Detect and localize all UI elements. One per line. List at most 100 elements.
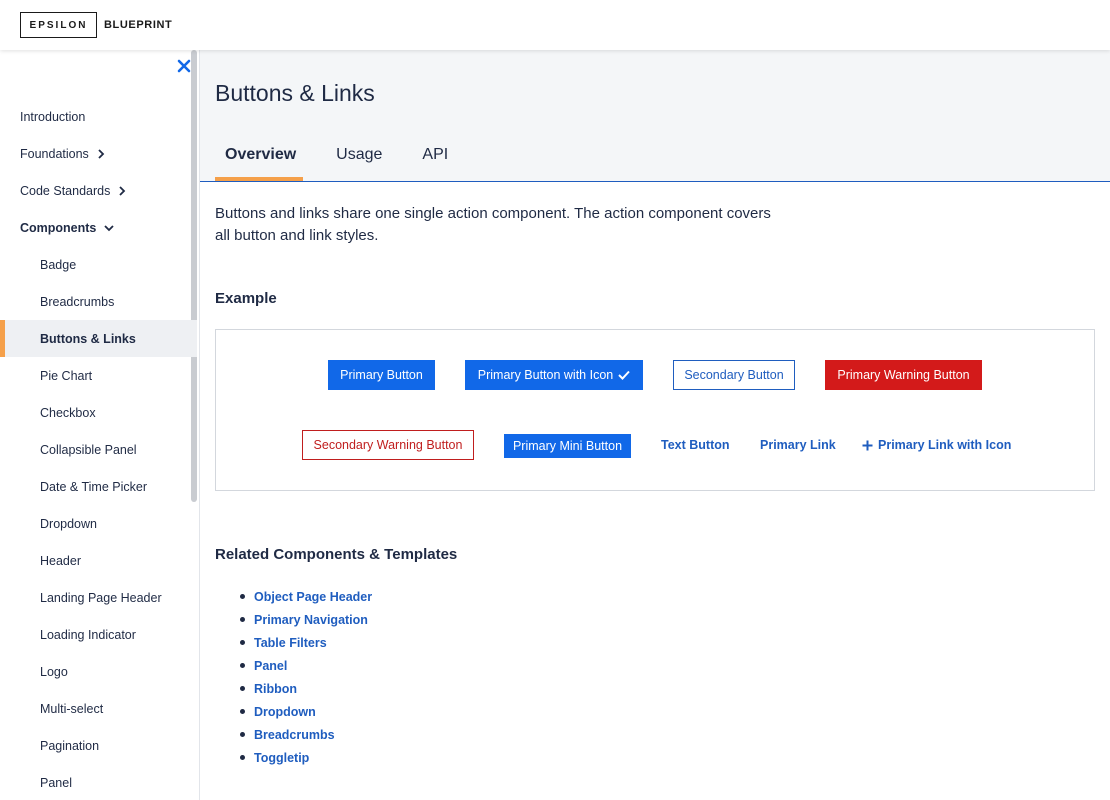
link-label: Primary Link with Icon xyxy=(878,438,1012,452)
product-name: BLUEPRINT xyxy=(104,19,173,31)
bullet xyxy=(240,732,245,737)
sidebar: Introduction Foundations Code Standards … xyxy=(0,50,200,800)
related-link-breadcrumbs[interactable]: Breadcrumbs xyxy=(254,728,335,742)
sidebar-nav: Introduction Foundations Code Standards … xyxy=(0,98,197,800)
sidebar-item-label: Pie Chart xyxy=(40,368,93,383)
sidebar-item-header[interactable]: Header xyxy=(0,542,197,579)
tab-overview[interactable]: Overview xyxy=(215,135,306,181)
list-item: Breadcrumbs xyxy=(240,723,372,746)
button-label: Primary Mini Button xyxy=(512,439,623,453)
sidebar-item-panel[interactable]: Panel xyxy=(0,764,197,800)
tab-api[interactable]: API xyxy=(412,135,458,181)
related-link-primary-navigation[interactable]: Primary Navigation xyxy=(254,613,368,627)
link-label: Primary Link xyxy=(760,438,836,452)
primary-button-with-icon[interactable]: Primary Button with Icon xyxy=(465,360,643,390)
sidebar-item-checkbox[interactable]: Checkbox xyxy=(0,394,197,431)
primary-mini-button[interactable]: Primary Mini Button xyxy=(504,434,631,458)
bullet xyxy=(240,617,245,622)
primary-link-with-icon[interactable]: Primary Link with Icon xyxy=(862,438,1011,452)
list-item: Table Filters xyxy=(240,631,372,654)
sidebar-item-dropdown[interactable]: Dropdown xyxy=(0,505,197,542)
sidebar-item-label: Panel xyxy=(40,775,72,790)
bullet xyxy=(240,640,245,645)
intro-text: Buttons and links share one single actio… xyxy=(215,205,771,244)
sidebar-item-breadcrumbs[interactable]: Breadcrumbs xyxy=(0,283,197,320)
sidebar-item-label: Badge xyxy=(40,257,77,272)
button-label: Primary Button with Icon xyxy=(477,368,614,382)
sidebar-item-label: Dropdown xyxy=(40,516,97,531)
list-item: Dropdown xyxy=(240,700,372,723)
chevron-right-icon xyxy=(97,148,105,159)
main-content: Buttons & Links Overview Usage API Butto… xyxy=(200,50,1110,800)
related-link-dropdown[interactable]: Dropdown xyxy=(254,705,316,719)
chevron-down-icon xyxy=(104,224,115,232)
sidebar-item-label: Logo xyxy=(40,664,68,679)
sidebar-item-label: Pagination xyxy=(40,738,100,753)
example-heading: Example xyxy=(215,290,277,307)
sidebar-item-label: Loading Indicator xyxy=(40,627,136,642)
epsilon-logo[interactable]: EPSILON xyxy=(20,12,97,38)
sidebar-item-multi-select[interactable]: Multi-select xyxy=(0,690,197,727)
related-link-ribbon[interactable]: Ribbon xyxy=(254,682,297,696)
bullet xyxy=(240,663,245,668)
check-icon xyxy=(618,370,630,380)
sidebar-item-label: Header xyxy=(40,553,81,568)
bullet xyxy=(240,686,245,691)
primary-warning-button[interactable]: Primary Warning Button xyxy=(825,360,982,390)
sidebar-item-logo[interactable]: Logo xyxy=(0,653,197,690)
button-label: Primary Warning Button xyxy=(837,368,970,382)
secondary-button[interactable]: Secondary Button xyxy=(673,360,795,390)
bullet xyxy=(240,755,245,760)
bullet xyxy=(240,709,245,714)
related-link-table-filters[interactable]: Table Filters xyxy=(254,636,327,650)
page-title: Buttons & Links xyxy=(215,80,375,106)
sidebar-item-label: Introduction xyxy=(20,109,86,124)
sidebar-item-label: Components xyxy=(20,220,97,235)
list-item: Primary Navigation xyxy=(240,608,372,631)
primary-button[interactable]: Primary Button xyxy=(328,360,435,390)
tab-bar: Overview Usage API xyxy=(215,135,478,181)
logo-text: EPSILON xyxy=(29,19,88,31)
bullet xyxy=(240,594,245,599)
sidebar-item-date-time-picker[interactable]: Date & Time Picker xyxy=(0,468,197,505)
sidebar-item-label: Collapsible Panel xyxy=(40,442,137,457)
primary-link[interactable]: Primary Link xyxy=(760,438,836,452)
sidebar-item-label: Buttons & Links xyxy=(40,331,136,346)
sidebar-item-label: Checkbox xyxy=(40,405,96,420)
tab-usage[interactable]: Usage xyxy=(326,135,392,181)
related-link-toggletip[interactable]: Toggletip xyxy=(254,751,309,765)
text-button[interactable]: Text Button xyxy=(661,438,730,452)
sidebar-item-label: Landing Page Header xyxy=(40,590,162,605)
button-label: Secondary Button xyxy=(684,368,784,382)
sidebar-item-loading-indicator[interactable]: Loading Indicator xyxy=(0,616,197,653)
sidebar-item-introduction[interactable]: Introduction xyxy=(0,98,197,135)
button-label: Text Button xyxy=(661,438,730,452)
related-link-panel[interactable]: Panel xyxy=(254,659,287,673)
sidebar-item-pagination[interactable]: Pagination xyxy=(0,727,197,764)
sidebar-item-label: Breadcrumbs xyxy=(40,294,115,309)
sidebar-item-label: Multi-select xyxy=(40,701,104,716)
sidebar-item-buttons-links[interactable]: Buttons & Links xyxy=(0,320,197,357)
related-list: Object Page Header Primary Navigation Ta… xyxy=(240,585,372,769)
sidebar-item-landing-page-header[interactable]: Landing Page Header xyxy=(0,579,197,616)
list-item: Ribbon xyxy=(240,677,372,700)
close-icon[interactable] xyxy=(176,58,192,74)
top-bar: EPSILON BLUEPRINT xyxy=(0,0,1110,50)
related-heading: Related Components & Templates xyxy=(215,546,458,563)
sidebar-item-label: Code Standards xyxy=(20,183,111,198)
sidebar-item-badge[interactable]: Badge xyxy=(0,246,197,283)
plus-icon xyxy=(862,440,873,451)
related-link-object-page-header[interactable]: Object Page Header xyxy=(254,590,372,604)
chevron-right-icon xyxy=(118,185,126,196)
secondary-warning-button[interactable]: Secondary Warning Button xyxy=(302,430,474,460)
button-label: Secondary Warning Button xyxy=(313,438,463,452)
sidebar-item-pie-chart[interactable]: Pie Chart xyxy=(0,357,197,394)
button-label: Primary Button xyxy=(340,368,423,382)
sidebar-item-collapsible-panel[interactable]: Collapsible Panel xyxy=(0,431,197,468)
list-item: Toggletip xyxy=(240,746,372,769)
sidebar-item-label: Date & Time Picker xyxy=(40,479,147,494)
sidebar-item-label: Foundations xyxy=(20,146,89,161)
sidebar-item-components[interactable]: Components xyxy=(0,209,197,246)
sidebar-item-foundations[interactable]: Foundations xyxy=(0,135,197,172)
sidebar-item-code-standards[interactable]: Code Standards xyxy=(0,172,197,209)
